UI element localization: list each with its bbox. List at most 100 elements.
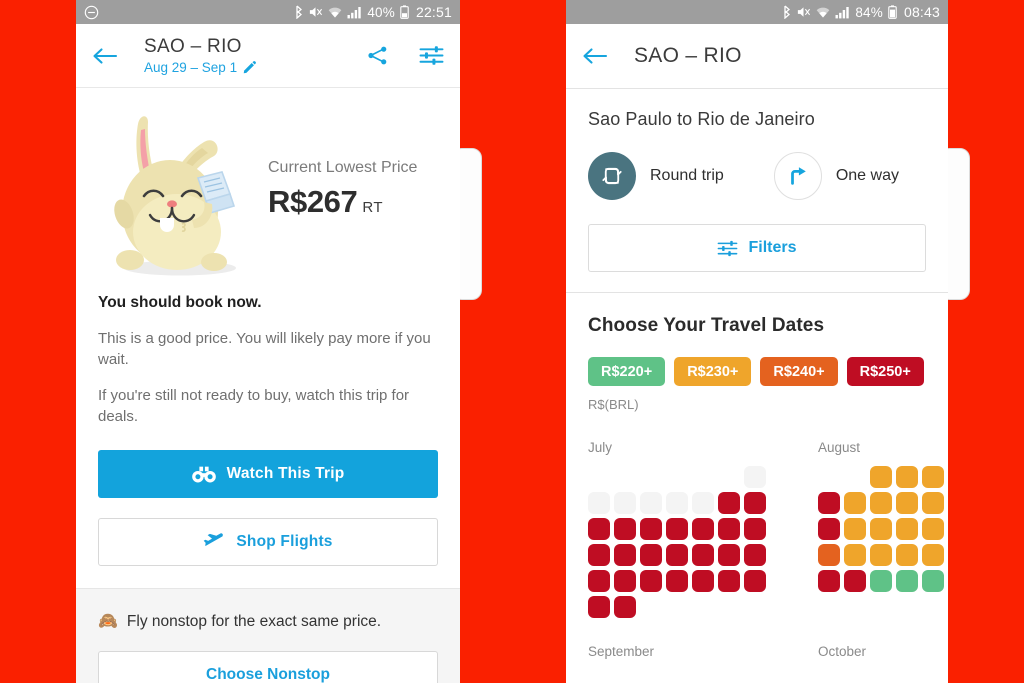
day-cell[interactable] xyxy=(640,544,662,566)
day-cell[interactable] xyxy=(588,544,610,566)
day-cell[interactable] xyxy=(896,466,918,488)
month-grid xyxy=(588,670,766,683)
back-button[interactable] xyxy=(92,46,122,66)
page-title: SAO – RIO xyxy=(144,36,242,57)
day-cell[interactable] xyxy=(614,570,636,592)
price-legend-chip-1[interactable]: R$220+ xyxy=(588,357,666,386)
day-cell[interactable] xyxy=(818,570,840,592)
day-cell[interactable] xyxy=(614,518,636,540)
day-cell[interactable] xyxy=(588,596,610,618)
day-cell-blank xyxy=(692,596,714,618)
day-cell[interactable] xyxy=(718,544,740,566)
day-cell-blank xyxy=(640,670,662,683)
day-cell[interactable] xyxy=(692,544,714,566)
bluetooth-icon xyxy=(782,5,791,19)
trip-dates-editor[interactable]: Aug 29 – Sep 1 xyxy=(144,60,366,75)
day-cell[interactable] xyxy=(718,570,740,592)
day-cell[interactable] xyxy=(844,518,866,540)
day-cell[interactable] xyxy=(718,492,740,514)
day-cell-blank xyxy=(640,466,662,488)
day-cell[interactable] xyxy=(922,570,944,592)
month-august: August xyxy=(818,440,948,618)
day-cell[interactable] xyxy=(588,570,610,592)
day-cell-blank xyxy=(818,670,840,683)
trip-type-one-way-label: One way xyxy=(835,167,899,184)
day-cell[interactable] xyxy=(640,492,662,514)
battery-icon xyxy=(888,5,897,19)
price-legend-chip-4[interactable]: R$250+ xyxy=(846,357,924,386)
day-cell[interactable] xyxy=(896,492,918,514)
day-cell[interactable] xyxy=(588,518,610,540)
day-cell[interactable] xyxy=(692,492,714,514)
filters-button[interactable]: Filters xyxy=(588,224,926,272)
day-cell[interactable] xyxy=(870,518,892,540)
day-cell-blank xyxy=(666,466,688,488)
day-cell[interactable] xyxy=(818,518,840,540)
day-cell[interactable] xyxy=(744,544,766,566)
day-cell[interactable] xyxy=(870,570,892,592)
signal-bars-icon xyxy=(835,6,850,19)
day-cell[interactable] xyxy=(744,466,766,488)
day-cell-blank xyxy=(818,466,840,488)
day-cell[interactable] xyxy=(614,544,636,566)
share-icon xyxy=(366,44,389,67)
price-legend-chip-3[interactable]: R$240+ xyxy=(760,357,838,386)
day-cell[interactable] xyxy=(666,518,688,540)
pencil-icon xyxy=(243,61,256,74)
filter-button[interactable] xyxy=(419,44,444,67)
price-legend-chip-2[interactable]: R$230+ xyxy=(674,357,752,386)
day-cell[interactable] xyxy=(844,570,866,592)
share-button[interactable] xyxy=(366,44,389,67)
day-cell[interactable] xyxy=(588,492,610,514)
arrow-left-icon xyxy=(92,46,118,66)
day-cell[interactable] xyxy=(640,518,662,540)
day-cell[interactable] xyxy=(818,492,840,514)
day-cell[interactable] xyxy=(870,492,892,514)
back-button[interactable] xyxy=(582,46,612,66)
clock-label: 08:43 xyxy=(903,4,940,20)
day-cell[interactable] xyxy=(744,492,766,514)
day-cell[interactable] xyxy=(744,518,766,540)
day-cell[interactable] xyxy=(666,544,688,566)
choose-nonstop-button[interactable]: Choose Nonstop xyxy=(98,651,438,683)
trip-type-round-trip[interactable]: Round trip xyxy=(588,152,724,200)
watch-this-trip-button[interactable]: Watch This Trip xyxy=(98,450,438,498)
day-cell[interactable] xyxy=(922,518,944,540)
day-cell[interactable] xyxy=(870,544,892,566)
day-cell[interactable] xyxy=(692,518,714,540)
day-cell[interactable] xyxy=(922,492,944,514)
day-cell[interactable] xyxy=(844,492,866,514)
day-cell[interactable] xyxy=(614,596,636,618)
day-cell[interactable] xyxy=(718,518,740,540)
see-no-evil-monkey-icon: 🙈 xyxy=(98,613,118,630)
signal-bars-icon xyxy=(347,6,362,19)
day-cell[interactable] xyxy=(896,544,918,566)
action-buttons: Watch This Trip Shop Flights xyxy=(76,442,460,566)
month-label: October xyxy=(818,644,867,659)
day-cell[interactable] xyxy=(614,492,636,514)
nonstop-message: 🙈 Fly nonstop for the exact same price. xyxy=(98,613,438,631)
month-label: August xyxy=(818,440,861,455)
day-cell[interactable] xyxy=(744,570,766,592)
clock-label: 22:51 xyxy=(415,4,452,20)
day-cell[interactable] xyxy=(666,492,688,514)
day-cell[interactable] xyxy=(692,570,714,592)
filters-label: Filters xyxy=(748,239,797,256)
day-cell-blank xyxy=(588,670,610,683)
day-cell[interactable] xyxy=(818,544,840,566)
day-cell[interactable] xyxy=(896,570,918,592)
trip-type-one-way[interactable]: One way xyxy=(773,152,899,200)
day-cell[interactable] xyxy=(922,544,944,566)
phone-screen-left: 40% 22:51 SAO – RIO Aug 29 – Sep 1 Curre… xyxy=(76,0,460,683)
day-cell[interactable] xyxy=(870,466,892,488)
vibrate-mute-icon xyxy=(308,5,323,19)
day-cell[interactable] xyxy=(896,518,918,540)
month-grid xyxy=(818,670,948,683)
minus-circle-icon xyxy=(84,5,99,20)
shop-flights-button[interactable]: Shop Flights xyxy=(98,518,438,566)
day-cell[interactable] xyxy=(844,544,866,566)
day-cell[interactable] xyxy=(640,570,662,592)
month-grid xyxy=(588,466,766,618)
day-cell[interactable] xyxy=(666,570,688,592)
day-cell[interactable] xyxy=(922,466,944,488)
